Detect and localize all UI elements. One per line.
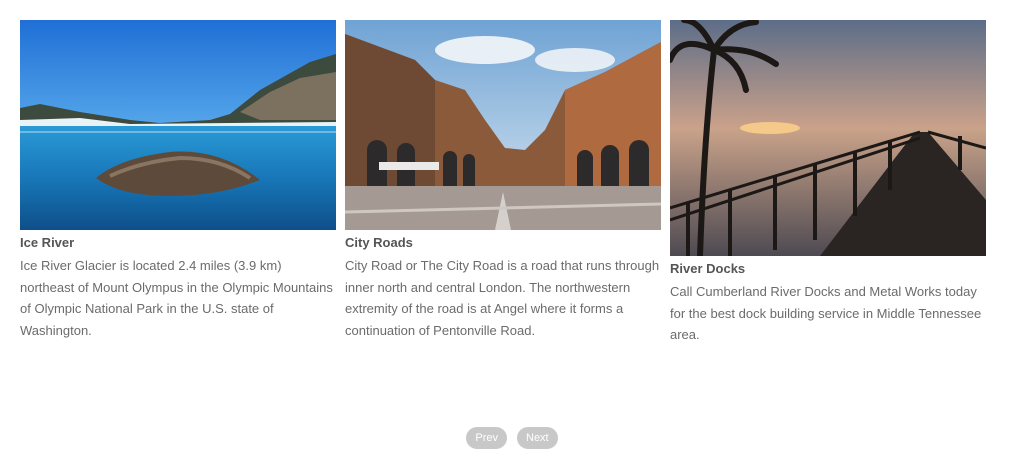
prev-button[interactable]: Prev	[466, 427, 507, 449]
card-title: River Docks	[670, 261, 746, 276]
card-ice-river: Ice River Ice River Glacier is located 2…	[20, 20, 336, 341]
next-button[interactable]: Next	[517, 427, 558, 449]
card-description: Call Cumberland River Docks and Metal Wo…	[670, 284, 982, 342]
card-title: Ice River	[20, 235, 75, 250]
card-title: City Roads	[345, 235, 413, 250]
pagination: Prev Next	[0, 427, 1024, 449]
card-description: City Road or The City Road is a road tha…	[345, 258, 660, 338]
city-roads-photo	[345, 20, 661, 230]
city-roads-image[interactable]	[345, 20, 661, 230]
ice-river-photo	[20, 20, 336, 230]
card-river-docks: River Docks Call Cumberland River Docks …	[670, 20, 986, 346]
ice-river-image[interactable]	[20, 20, 336, 230]
river-docks-photo	[670, 20, 986, 256]
river-docks-image[interactable]	[670, 20, 986, 256]
card-description: Ice River Glacier is located 2.4 miles (…	[20, 258, 333, 338]
card-city-roads: City Roads City Road or The City Road is…	[345, 20, 661, 341]
card-gallery: Ice River Ice River Glacier is located 2…	[20, 20, 990, 360]
